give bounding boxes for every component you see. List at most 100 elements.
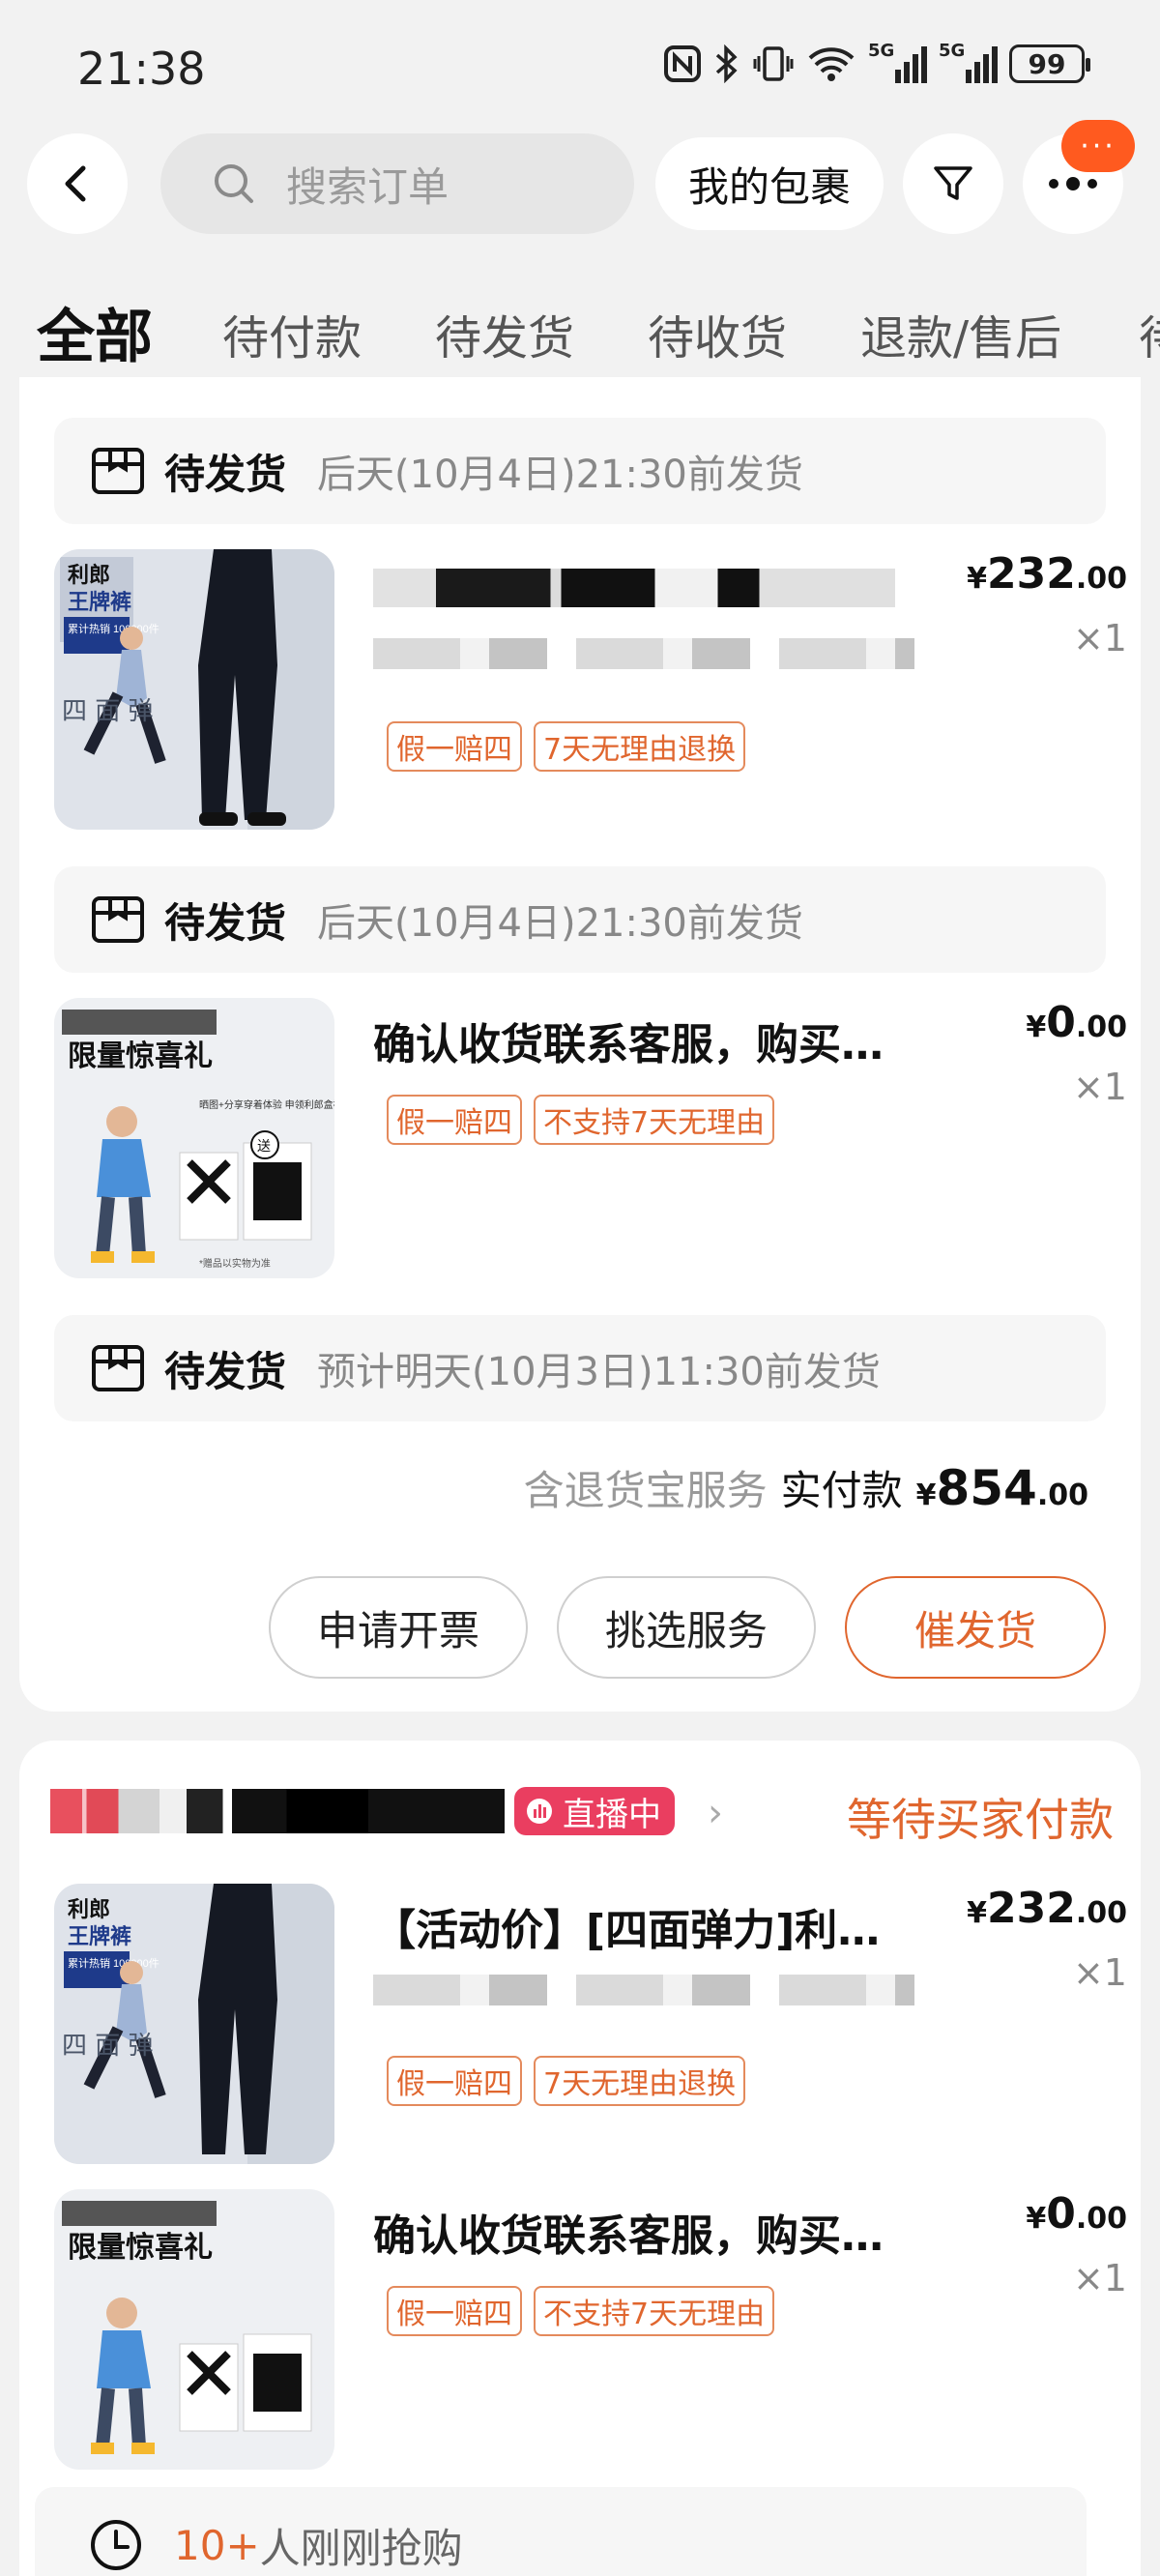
tab-pending-receipt[interactable]: 待收货 [648,300,787,367]
shipment-status-row: 待发货 后天(10月4日)21:30前发货 [54,418,1106,524]
shipment-eta: 后天(10月4日)21:30前发货 [317,901,803,946]
order-card[interactable]: 直播中 › 等待买家付款 利郎 王牌裤 累计热销 100000件 四 面 弹 【… [19,1741,1141,2576]
live-badge[interactable]: 直播中 [514,1787,675,1835]
shipment-status: 待发货 [164,1347,287,1395]
shipment-status-row: 待发货 后天(10月4日)21:30前发货 [54,866,1106,973]
product-sku-redacted [373,638,914,669]
shipment-status: 待发货 [164,898,287,947]
nfc-icon [664,45,701,82]
thumb-badge-text: 王牌裤 [68,1924,131,1948]
paid-amount: ¥854.00 [915,1460,1088,1516]
tag-badge: 7天无理由退换 [534,721,746,772]
battery-indicator: 99 [1009,44,1090,83]
tab-pending-shipment[interactable]: 待发货 [435,300,574,367]
request-invoice-button[interactable]: 申请开票 [269,1576,528,1679]
tab-refund-aftersale[interactable]: 退款/售后 [860,300,1061,367]
vibrate-icon [753,46,794,81]
package-icon [92,896,144,943]
filter-icon [934,166,972,200]
my-packages-button[interactable]: 我的包裹 [655,137,884,230]
product-title-redacted [373,569,895,607]
shop-row[interactable]: 直播中 › 等待买家付款 [50,1775,1114,1853]
tag-badge: 假一赔四 [387,721,522,772]
product-thumbnail[interactable]: 利郎 王牌裤 累计热销 100000件 四 面 弹 [54,549,334,830]
chevron-right-icon: › [708,1791,723,1835]
package-icon [92,1345,144,1391]
product-thumbnail[interactable]: 利郎 王牌裤 累计热销 100000件 四 面 弹 [54,1884,334,2164]
product-tags: 假一赔四 不支持7天无理由 [387,2286,775,2336]
product-title[interactable]: 确认收货联系客服，购买指定... [373,1010,914,1071]
header: 搜索订单 我的包裹 [0,133,1160,234]
thumb-side-text: 四 面 弹 [62,697,154,726]
order-summary: 含退货宝服务 实付款 ¥854.00 [524,1458,1088,1517]
tab-more[interactable]: 待 [1139,300,1160,367]
product-quantity: ×1 [1072,1951,1127,1994]
status-bar: 21:38 5G 5G 99 [0,0,1160,135]
tag-badge: 7天无理由退换 [534,2056,746,2106]
search-input[interactable]: 搜索订单 [160,133,634,234]
product-item[interactable]: 限量惊喜礼 晒图+分享穿着体验 申领利郎盒袜(2双装) 送 *赠品以实物为准 确… [54,998,1127,1278]
product-quantity: ×1 [1072,617,1127,659]
shipment-status: 待发货 [164,450,287,498]
product-quantity: ×1 [1072,2257,1127,2299]
product-title[interactable]: 确认收货联系客服，购买指定... [373,2201,914,2263]
live-badge-label: 直播中 [563,1795,661,1834]
shop-name-redacted[interactable] [50,1789,505,1833]
shipment-status-row: 待发货 预计明天(10月3日)11:30前发货 [54,1315,1106,1421]
product-item[interactable]: 利郎 王牌裤 累计热销 100000件 四 面 弹 ¥232.00 ×1 假一赔… [54,549,1127,830]
more-dots-icon [1049,177,1097,190]
product-thumbnail[interactable]: 限量惊喜礼 晒图+分享穿着体验 申领利郎盒袜(2双装) 送 *赠品以实物为准 [54,998,334,1278]
product-price: ¥232.00 [967,1884,1127,1933]
thumb-headline-text: 限量惊喜礼 [68,1039,213,1072]
order-tabs: 全部 待付款 待发货 待收货 退款/售后 待 [0,290,1160,371]
product-item[interactable]: 利郎 王牌裤 累计热销 100000件 四 面 弹 【活动价】[四面弹力]利郎商… [54,1884,1127,2164]
thumb-badge-text: 王牌裤 [68,590,131,614]
tag-badge: 不支持7天无理由 [534,1095,775,1145]
filter-button[interactable] [903,133,1003,234]
back-button[interactable] [27,133,128,234]
order-status: 等待买家付款 [847,1794,1114,1846]
tag-badge: 假一赔四 [387,2286,522,2336]
social-count: 10+ [174,2521,260,2569]
order-actions: 申请开票 挑选服务 催发货 [269,1576,1106,1679]
live-bars-icon [527,1799,552,1824]
clock-icon [91,2520,141,2570]
product-tags: 假一赔四 7天无理由退换 [387,721,746,772]
product-item[interactable]: 限量惊喜礼 确认收货联系客服，购买指定... ¥0.00 ×1 假一赔四 不支持… [54,2189,1127,2470]
package-icon [92,448,144,494]
product-tags: 假一赔四 不支持7天无理由 [387,1095,775,1145]
product-thumbnail[interactable]: 限量惊喜礼 [54,2189,334,2470]
tag-badge: 假一赔四 [387,1095,522,1145]
bluetooth-icon [715,44,738,83]
thumb-brand-text: 利郎 [68,563,110,587]
status-time: 21:38 [77,43,206,95]
product-quantity: ×1 [1072,1066,1127,1108]
select-service-button[interactable]: 挑选服务 [557,1576,816,1679]
signal-icon: 5G [939,41,998,83]
product-title[interactable]: 【活动价】[四面弹力]利郎商务... [373,1895,914,1957]
thumb-note-text: 晒图+分享穿着体验 申领利郎盒袜(2双装) [199,1098,334,1111]
wifi-icon [808,47,855,81]
search-icon [215,164,253,203]
paid-label: 实付款 [780,1467,903,1514]
return-service-label: 含退货宝服务 [523,1467,768,1514]
product-price: ¥0.00 [1026,2189,1127,2239]
tab-pending-payment[interactable]: 待付款 [222,300,362,367]
status-icons: 5G 5G 99 [663,41,1090,83]
signal-icon: 5G [868,41,927,83]
social-proof-row: 10+ 人刚刚抢购 [35,2487,1087,2576]
tab-all[interactable]: 全部 [37,290,153,374]
product-price: ¥232.00 [967,549,1127,599]
thumb-sub-text: 累计热销 100000件 [68,622,160,635]
product-price: ¥0.00 [1026,998,1127,1047]
product-tags: 假一赔四 7天无理由退换 [387,2056,746,2106]
thumb-footer-text: *赠品以实物为准 [199,1257,271,1270]
tag-badge: 假一赔四 [387,2056,522,2106]
chevron-left-icon [65,165,86,202]
urge-shipment-button[interactable]: 催发货 [845,1576,1106,1679]
order-card[interactable]: 待发货 后天(10月4日)21:30前发货 利郎 王牌裤 累计热销 100000… [19,377,1141,1712]
search-placeholder: 搜索订单 [286,162,450,211]
message-badge[interactable]: ··· [1061,120,1135,172]
thumb-sub-text: 累计热销 100000件 [68,1956,160,1970]
thumb-headline-text: 限量惊喜礼 [68,2231,213,2264]
